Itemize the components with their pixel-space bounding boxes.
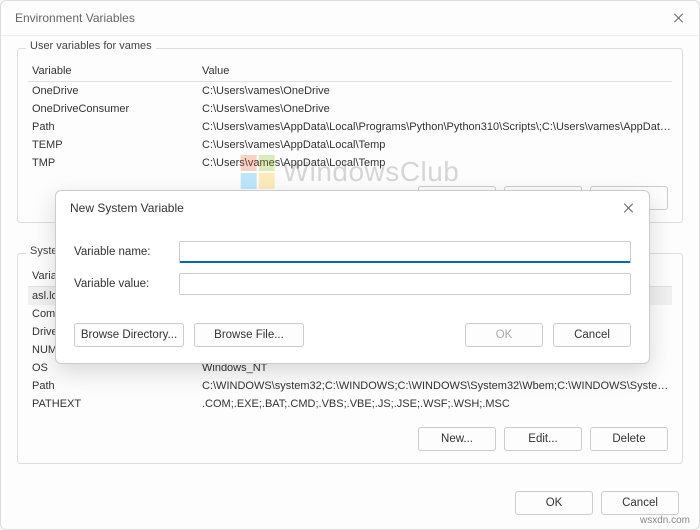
modal-ok-button[interactable]: OK bbox=[465, 323, 543, 347]
table-row[interactable]: TMPC:\Users\vames\AppData\Local\Temp bbox=[28, 154, 672, 172]
table-row[interactable]: OneDriveConsumerC:\Users\vames\OneDrive bbox=[28, 100, 672, 118]
table-row[interactable]: PathC:\WINDOWS\system32;C:\WINDOWS;C:\WI… bbox=[28, 377, 672, 395]
column-variable[interactable]: Variable bbox=[28, 65, 198, 77]
variable-value-input[interactable] bbox=[179, 273, 631, 295]
close-icon[interactable] bbox=[623, 202, 635, 214]
system-delete-button[interactable]: Delete bbox=[590, 427, 668, 451]
table-row[interactable]: TEMPC:\Users\vames\AppData\Local\Temp bbox=[28, 136, 672, 154]
user-group-label: User variables for vames bbox=[26, 40, 156, 52]
variable-value-label: Variable value: bbox=[74, 278, 179, 290]
modal-title: New System Variable bbox=[70, 201, 184, 215]
table-row[interactable]: PathC:\Users\vames\AppData\Local\Program… bbox=[28, 118, 672, 136]
system-new-button[interactable]: New... bbox=[418, 427, 496, 451]
main-cancel-button[interactable]: Cancel bbox=[601, 491, 679, 515]
main-ok-button[interactable]: OK bbox=[515, 491, 593, 515]
window-titlebar: Environment Variables bbox=[1, 1, 699, 36]
new-system-variable-dialog: New System Variable Variable name: Varia… bbox=[55, 190, 650, 364]
browse-directory-button[interactable]: Browse Directory... bbox=[74, 323, 184, 347]
table-row[interactable]: PATHEXT.COM;.EXE;.BAT;.CMD;.VBS;.VBE;.JS… bbox=[28, 395, 672, 413]
source-watermark: wsxdn.com bbox=[640, 515, 690, 526]
variable-name-label: Variable name: bbox=[74, 246, 179, 258]
close-icon[interactable] bbox=[673, 12, 685, 24]
variable-name-input[interactable] bbox=[179, 241, 631, 263]
user-table-header: Variable Value bbox=[28, 61, 672, 82]
system-edit-button[interactable]: Edit... bbox=[504, 427, 582, 451]
browse-file-button[interactable]: Browse File... bbox=[194, 323, 304, 347]
table-row[interactable]: OneDriveC:\Users\vames\OneDrive bbox=[28, 82, 672, 100]
column-value[interactable]: Value bbox=[198, 65, 672, 77]
window-title: Environment Variables bbox=[15, 11, 135, 25]
modal-cancel-button[interactable]: Cancel bbox=[553, 323, 631, 347]
